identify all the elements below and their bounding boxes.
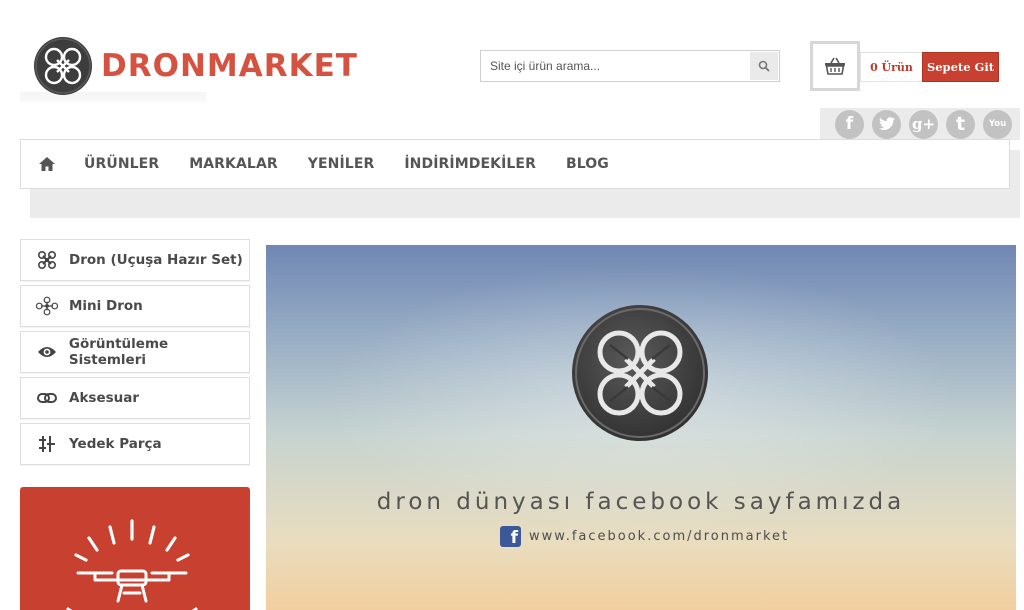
link-icon	[35, 387, 59, 409]
nav-item-urunler[interactable]: ÜRÜNLER	[84, 156, 159, 172]
cart-button[interactable]	[810, 41, 860, 91]
category-label: Yedek Parça	[69, 436, 162, 452]
search-button[interactable]	[750, 52, 778, 80]
search-input[interactable]	[481, 51, 750, 81]
home-button[interactable]	[37, 154, 57, 174]
main-navigation: ÜRÜNLER MARKALAR YENİLER İNDİRİMDEKİLER …	[20, 139, 1010, 189]
facebook-icon[interactable]: f	[835, 109, 864, 139]
category-label: Görüntüleme Sistemleri	[68, 336, 169, 368]
home-icon	[39, 157, 55, 171]
social-links: f g+ t You	[820, 108, 1020, 140]
category-label: Dron (Uçuşa Hazır Set)	[69, 252, 243, 268]
nav-item-yeniler[interactable]: YENİLER	[308, 156, 375, 172]
mini-drone-icon	[35, 295, 59, 317]
facebook-url: www.facebook.com/dronmarket	[529, 529, 790, 544]
basket-icon	[825, 57, 845, 75]
twitter-bird-shape	[878, 117, 895, 130]
go-to-cart-button[interactable]: Sepete Git	[922, 52, 999, 82]
drone-logo-large-icon	[572, 305, 708, 441]
facebook-square-icon: f	[500, 526, 521, 547]
google-plus-icon[interactable]: g+	[909, 109, 938, 139]
drone-logo-icon	[34, 37, 92, 95]
drone-illustration-icon	[66, 519, 198, 610]
category-mini-dron[interactable]: Mini Dron	[20, 285, 250, 327]
promo-banner[interactable]	[20, 487, 250, 610]
category-dron-set[interactable]: Dron (Uçuşa Hazır Set)	[20, 239, 250, 281]
tumblr-icon[interactable]: t	[946, 109, 975, 139]
youtube-icon[interactable]: You	[983, 109, 1012, 139]
search-icon	[758, 60, 770, 72]
eye-icon	[35, 341, 59, 363]
search-bar	[480, 50, 780, 82]
nav-item-markalar[interactable]: MARKALAR	[189, 156, 278, 172]
category-label: Aksesuar	[69, 390, 140, 406]
banner-headline: dron dünyası facebook sayfamızda	[376, 489, 906, 515]
site-logo[interactable]: DRONMARKET	[33, 36, 358, 96]
drone-icon	[35, 249, 59, 271]
category-aksesuar[interactable]: Aksesuar	[20, 377, 250, 419]
category-yedek-parca[interactable]: Yedek Parça	[20, 423, 250, 465]
nav-item-indirimdekiler[interactable]: İNDİRİMDEKİLER	[404, 156, 536, 172]
category-goruntuleme[interactable]: Görüntüleme Sistemleri	[20, 331, 250, 373]
nav-item-blog[interactable]: BLOG	[566, 156, 609, 172]
facebook-link[interactable]: f www.facebook.com/dronmarket	[500, 526, 789, 547]
hero-banner[interactable]: dron dünyası facebook sayfamızda f www.f…	[266, 245, 1016, 610]
parts-icon	[35, 433, 59, 455]
cart-count[interactable]: 0 Ürün	[860, 52, 922, 82]
category-label: Mini Dron	[69, 298, 143, 314]
logo-text: DRONMARKET	[101, 48, 358, 84]
twitter-icon[interactable]	[872, 109, 901, 139]
